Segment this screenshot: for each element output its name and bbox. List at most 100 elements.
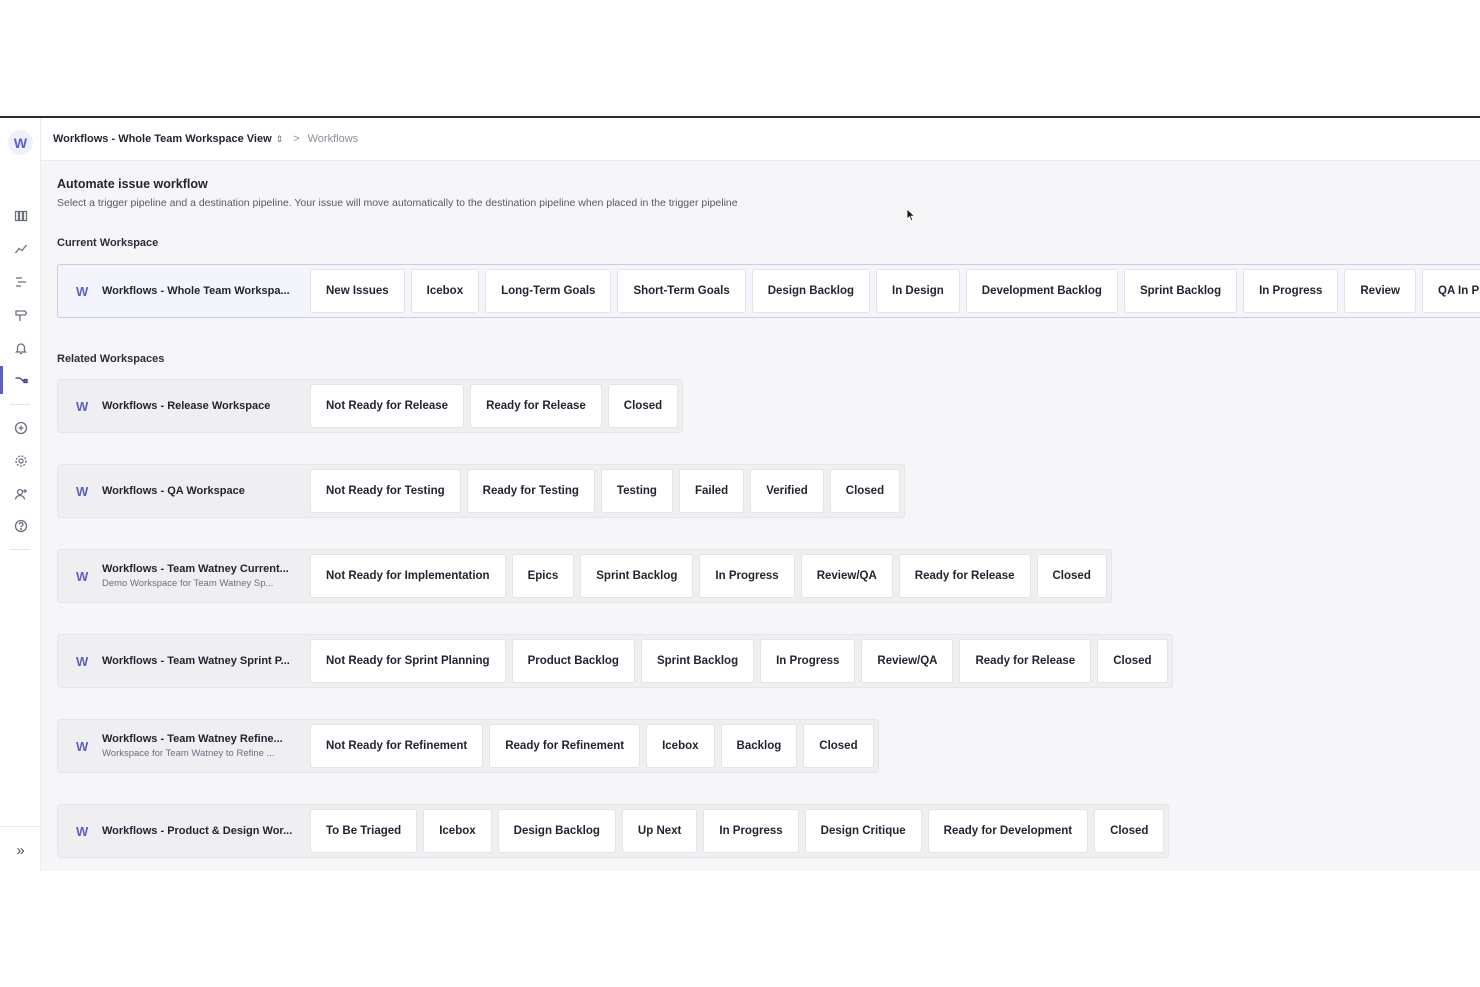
pipeline-button[interactable]: Product Backlog [511,639,635,683]
workspace-w-icon: W [76,483,89,499]
pipeline-button[interactable]: Up Next [621,809,698,853]
workspace-w-icon: W [76,398,89,414]
pipeline-button[interactable]: Closed [1094,809,1165,853]
current-workspace-label: Current Workspace [57,237,159,249]
pipeline-button[interactable]: Design Critique [804,809,922,853]
chart-icon[interactable] [11,239,31,259]
workspace-logo[interactable]: W [8,130,33,155]
related-workspaces-label: Related Workspaces [57,353,165,365]
pipeline-button[interactable]: Sprint Backlog [1123,269,1238,313]
gear-icon[interactable] [11,451,31,471]
related-workspace-row: W Workflows - Product & Design Wor... To B… [57,804,1170,858]
workspace-w-icon: W [76,738,89,754]
pipeline-button[interactable]: Not Ready for Implementation [310,554,506,598]
pipeline-button[interactable]: Not Ready for Refinement [310,724,484,768]
pipeline-button[interactable]: Closed [607,384,679,428]
pipeline-button[interactable]: In Progress [699,554,795,598]
pipeline-button[interactable]: Design Backlog [751,269,871,313]
add-user-icon[interactable] [11,484,31,504]
related-workspace-row: W Workflows - Team Watney Sprint P... Not … [57,634,1173,688]
pipeline-button[interactable]: Icebox [410,269,480,313]
pipeline-button[interactable]: Ready for Release [470,384,602,428]
pipeline-button[interactable]: Ready for Development [927,809,1089,853]
pipeline-button[interactable]: Not Ready for Release [310,384,465,428]
pipeline-button[interactable]: Ready for Refinement [489,724,641,768]
workspace-header: W Workflows - QA Workspace [62,469,304,513]
bell-icon[interactable] [11,338,31,358]
workspace-name: Workflows - Team Watney Refine... [102,733,283,745]
page-description: Select a trigger pipeline and a destinat… [57,197,738,209]
workspace-name: Workflows - Release Workspace [102,400,271,412]
pipeline-button[interactable]: Short-Term Goals [617,269,746,313]
chevron-right-icon: > [293,133,300,145]
workspace-w-icon: W [76,283,89,299]
pipeline-button[interactable]: In Design [876,269,960,313]
workspace-name: Workflows - QA Workspace [102,485,245,497]
pipeline-button[interactable]: Icebox [423,809,492,853]
pipeline-button[interactable]: Closed [1036,554,1107,598]
add-circle-icon[interactable] [11,418,31,438]
page-title: Automate issue workflow [57,177,208,191]
pipeline-button[interactable]: QA In Prog [1422,269,1480,313]
pipeline-button[interactable]: Design Backlog [497,809,616,853]
workspace-w-icon: W [76,653,89,669]
breadcrumb-current: Workflows [307,133,359,145]
pipeline-button[interactable]: Long-Term Goals [485,269,612,313]
pipeline-button[interactable]: In Progress [760,639,856,683]
pipeline-button[interactable]: Review/QA [800,554,893,598]
pipeline-button[interactable]: Sprint Backlog [640,639,755,683]
current-workspace-row: W Workflows - Whole Team Workspa... New … [57,264,1480,318]
workflow-icon[interactable] [11,370,31,390]
pipeline-button[interactable]: Not Ready for Sprint Planning [310,639,506,683]
related-workspace-row: W Workflows - QA Workspace Not Ready for T… [57,464,906,518]
workspace-w-icon: W [76,568,89,584]
breadcrumb: Workflows - Whole Team Workspace View ⇕ … [41,118,1480,161]
pipeline-button[interactable]: Epics [511,554,575,598]
related-workspace-row: W Workflows - Team Watney Current... Demo … [57,549,1112,603]
pipeline-button[interactable]: Review [1344,269,1417,313]
related-workspace-row: W Workflows - Team Watney Refine... Worksp… [57,719,879,773]
pipeline-button[interactable]: Development Backlog [965,269,1118,313]
pipeline-button[interactable]: In Progress [703,809,799,853]
app-window: W » Workflows - Whole Team Workspace Vie… [0,116,1480,871]
pipeline-button[interactable]: Icebox [646,724,715,768]
active-nav-indicator [0,366,3,394]
sidebar: W » [0,118,41,871]
workspace-header: W Workflows - Team Watney Current... Demo … [62,554,304,598]
workspace-header: W Workflows - Release Workspace [62,384,304,428]
pipeline-button[interactable]: Verified [750,469,824,513]
mouse-cursor-icon [906,208,916,222]
pipeline-button[interactable]: Closed [1097,639,1168,683]
pipeline-button[interactable]: Not Ready for Testing [310,469,461,513]
workspace-name: Workflows - Whole Team Workspa... [102,285,290,297]
pipeline-button[interactable]: To Be Triaged [310,809,418,853]
updown-icon[interactable]: ⇕ [276,134,284,145]
expand-sidebar-button[interactable]: » [0,826,41,871]
related-workspace-row: W Workflows - Release Workspace Not Ready … [57,379,684,433]
pipeline-button[interactable]: Closed [803,724,874,768]
workspace-header: W Workflows - Product & Design Wor... [62,809,304,853]
workspace-name: Workflows - Team Watney Current... [102,563,289,575]
pipeline-button[interactable]: Ready for Testing [466,469,595,513]
sidebar-divider [10,404,30,405]
pipeline-button[interactable]: Backlog [720,724,798,768]
workspace-header: W Workflows - Whole Team Workspa... [62,269,304,313]
pipeline-button[interactable]: New Issues [310,269,405,313]
sidebar-divider [10,549,30,550]
workspace-w-icon: W [76,823,89,839]
pipeline-button[interactable]: Review/QA [861,639,954,683]
workspace-description: Demo Workspace for Team Watney Sp... [102,578,274,589]
pipeline-button[interactable]: Ready for Release [959,639,1092,683]
pipeline-button[interactable]: Ready for Release [898,554,1031,598]
roadmap-icon[interactable] [11,272,31,292]
signpost-icon[interactable] [11,305,31,325]
help-icon[interactable] [11,516,31,536]
pipeline-button[interactable]: Closed [829,469,901,513]
pipeline-button[interactable]: Sprint Backlog [580,554,694,598]
pipeline-button[interactable]: In Progress [1243,269,1339,313]
pipeline-button[interactable]: Failed [678,469,745,513]
pipeline-button[interactable]: Testing [600,469,673,513]
workspace-header: W Workflows - Team Watney Refine... Worksp… [62,724,304,768]
board-icon[interactable] [11,206,31,226]
breadcrumb-workspace[interactable]: Workflows - Whole Team Workspace View [53,133,272,145]
